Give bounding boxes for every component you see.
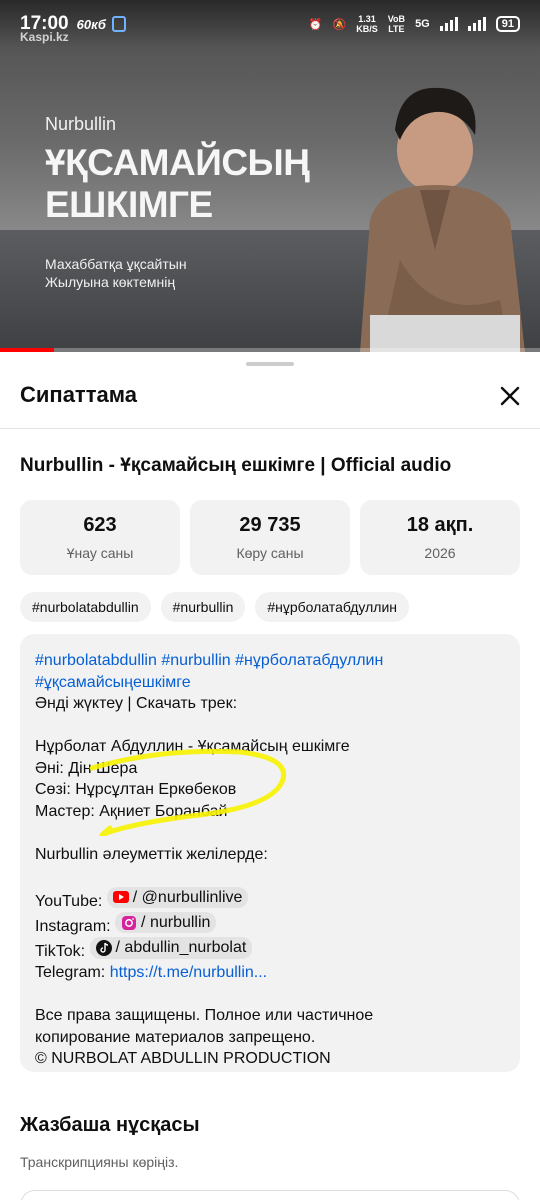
song-line: Нұрболат Абдуллин - Ұқсамайсың ешкімге bbox=[35, 738, 350, 755]
youtube-line: YouTube: / @nurbullinlive bbox=[35, 886, 505, 912]
stat-label: 2026 bbox=[424, 545, 456, 561]
stat-date: 18 ақп. 2026 bbox=[360, 500, 520, 575]
status-bar: 17:00 60кб Kaspi.kz ⏰ 🔕 1.31 KB/S VoB LTE … bbox=[0, 0, 540, 48]
telegram-line: Telegram: https://t.me/nurbullin... bbox=[35, 964, 268, 982]
video-player[interactable]: 17:00 60кб Kaspi.kz ⏰ 🔕 1.31 KB/S VoB LTE … bbox=[0, 0, 540, 352]
signal-icon-2 bbox=[467, 17, 486, 31]
mute-icon: 🔕 bbox=[332, 18, 347, 31]
description-hashtag[interactable]: #ұқсамайсыңешкімге bbox=[35, 672, 505, 694]
instagram-icon bbox=[122, 915, 137, 930]
rights-line-1: Все права защищены. Полное или частичное bbox=[35, 1007, 374, 1025]
show-transcript-button[interactable] bbox=[20, 1190, 520, 1200]
video-cover-title: ҰҚСАМАЙСЫҢ ЕШКІМГЕ bbox=[45, 142, 310, 225]
description-hashtags[interactable]: #nurbolatabdullin #nurbullin #нұрболатаб… bbox=[35, 650, 505, 672]
youtube-chip[interactable]: / @nurbullinlive bbox=[106, 886, 249, 908]
hashtag-chip[interactable]: #nurbullin bbox=[160, 592, 246, 622]
drag-handle[interactable] bbox=[246, 362, 294, 366]
lyrics-credit: Сөзі: Нұрсұлтан Еркөбеков bbox=[35, 781, 237, 798]
video-artist: Nurbullin bbox=[45, 114, 117, 134]
description-sheet: Сипаттама Nurbullin - Ұқсамайсың ешкімге… bbox=[0, 352, 540, 1200]
stat-views: 29 735 Көру саны bbox=[190, 500, 350, 575]
artist-photo bbox=[360, 87, 525, 352]
signal-icon bbox=[439, 17, 458, 31]
sim-icon bbox=[111, 16, 126, 32]
download-line: Әнді жүктеу | Скачать трек: bbox=[35, 695, 238, 712]
status-speed: 60кб bbox=[76, 16, 106, 32]
stat-value: 623 bbox=[83, 514, 117, 536]
transcript-subtitle: Транскрипцияны көріңіз. bbox=[20, 1154, 179, 1170]
tiktok-line: TikTok: / abdullin_nurbolat bbox=[35, 937, 505, 962]
header-divider bbox=[0, 428, 540, 429]
tiktok-chip[interactable]: / abdullin_nurbolat bbox=[89, 937, 253, 959]
stat-label: Ұнау саны bbox=[66, 545, 134, 561]
master-credit: Мастер: Ақниет Боранбай bbox=[35, 802, 228, 820]
rights-line-3: © NURBOLAT ABDULLIN PRODUCTION bbox=[35, 1050, 331, 1068]
close-icon[interactable] bbox=[498, 384, 522, 408]
instagram-chip[interactable]: / nurbullin bbox=[115, 911, 217, 934]
watermark: Kaspi.kz bbox=[20, 30, 69, 44]
stat-value: 18 ақп. bbox=[406, 514, 474, 536]
sheet-header: Сипаттама bbox=[20, 382, 137, 407]
stats-row: 623 Ұнау саны 29 735 Көру саны 18 ақп. 2… bbox=[20, 500, 520, 575]
social-intro: Nurbullin әлеуметтік желілерде: bbox=[35, 845, 268, 863]
telegram-link[interactable]: https://t.me/nurbullin... bbox=[110, 964, 267, 981]
net-speed: 1.31 KB/S bbox=[356, 14, 378, 34]
description-box: #nurbolatabdullin #nurbullin #нұрболатаб… bbox=[20, 634, 520, 1072]
hashtag-chip[interactable]: #nurbolatabdullin bbox=[20, 592, 151, 622]
battery-icon: 91 bbox=[495, 16, 520, 32]
hashtag-chips: #nurbolatabdullin #nurbullin #нұрболатаб… bbox=[20, 592, 409, 622]
transcript-title: Жазбаша нұсқасы bbox=[20, 1114, 200, 1136]
stat-likes: 623 Ұнау саны bbox=[20, 500, 180, 575]
stat-label: Көру саны bbox=[236, 545, 304, 561]
tiktok-icon bbox=[95, 939, 112, 956]
hashtag-chip[interactable]: #нұрболатабдуллин bbox=[255, 592, 409, 622]
rights-line-2: копирование материалов запрещено. bbox=[35, 1028, 316, 1046]
youtube-icon bbox=[112, 891, 129, 904]
video-cover-lyric: Махаббатқа ұқсайтын Жылуына көктемнің bbox=[45, 256, 187, 290]
gen-indicator: 5G bbox=[415, 18, 430, 30]
stat-value: 29 735 bbox=[239, 514, 301, 536]
instagram-line: Instagram: / nurbullin bbox=[35, 911, 505, 937]
video-title: Nurbullin - Ұқсамайсың ешкімге | Officia… bbox=[20, 455, 452, 476]
alarm-icon: ⏰ bbox=[308, 18, 323, 31]
music-credit: Әні: Дін Шера bbox=[35, 759, 138, 777]
volte-indicator: VoB LTE bbox=[387, 14, 406, 34]
